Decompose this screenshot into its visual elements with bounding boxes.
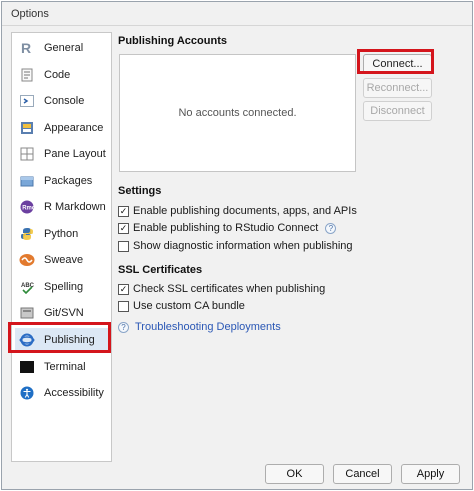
settings-title: Settings xyxy=(118,185,162,197)
sidebar-item-r-markdown[interactable]: Rmd R Markdown xyxy=(15,195,109,219)
options-sidebar: R General Code Console Appearance Pane L… xyxy=(11,32,112,462)
console-icon xyxy=(19,93,35,109)
show-diagnostic-row[interactable]: Show diagnostic information when publish… xyxy=(118,238,353,254)
enable-publishing-checkbox[interactable]: ✓ xyxy=(118,205,129,217)
show-diagnostic-checkbox[interactable] xyxy=(118,240,129,252)
git-icon xyxy=(19,305,35,321)
sidebar-item-label: Python xyxy=(44,228,79,240)
publishing-highlight-box xyxy=(8,322,111,353)
custom-ca-label: Use custom CA bundle xyxy=(133,300,245,312)
apply-button[interactable]: Apply xyxy=(401,464,460,484)
packages-icon xyxy=(19,173,35,189)
sidebar-item-label: Sweave xyxy=(44,254,84,266)
r-logo-icon: R xyxy=(19,40,35,56)
sidebar-item-label: R Markdown xyxy=(44,201,106,213)
custom-ca-row[interactable]: Use custom CA bundle xyxy=(118,298,245,314)
sweave-icon xyxy=(19,252,35,268)
sidebar-item-label: Console xyxy=(44,95,85,107)
custom-ca-checkbox[interactable] xyxy=(118,300,129,312)
ssl-certificates-title: SSL Certificates xyxy=(118,264,203,276)
show-diagnostic-label: Show diagnostic information when publish… xyxy=(133,240,353,252)
troubleshooting-link[interactable]: Troubleshooting Deployments xyxy=(135,321,281,333)
svg-text:R: R xyxy=(21,41,31,55)
sidebar-item-python[interactable]: Python xyxy=(15,222,109,246)
code-icon xyxy=(19,67,35,83)
sidebar-item-packages[interactable]: Packages xyxy=(15,169,109,193)
enable-publishing-label: Enable publishing documents, apps, and A… xyxy=(133,205,357,217)
cancel-button[interactable]: Cancel xyxy=(333,464,392,484)
sidebar-item-console[interactable]: Console xyxy=(15,89,109,113)
svg-text:Rmd: Rmd xyxy=(22,206,34,212)
terminal-icon xyxy=(19,359,35,375)
help-icon[interactable]: ? xyxy=(325,222,337,234)
sidebar-item-appearance[interactable]: Appearance xyxy=(15,116,109,140)
sidebar-item-pane-layout[interactable]: Pane Layout xyxy=(15,142,109,166)
disconnect-button[interactable]: Disconnect xyxy=(363,101,432,121)
check-ssl-row[interactable]: ✓ Check SSL certificates when publishing xyxy=(118,281,325,297)
rmarkdown-icon: Rmd xyxy=(19,199,35,215)
enable-rstudio-connect-row[interactable]: ✓ Enable publishing to RStudio Connect ? xyxy=(118,220,337,236)
sidebar-item-spelling[interactable]: ABC Spelling xyxy=(15,275,109,299)
no-accounts-message: No accounts connected. xyxy=(178,107,297,119)
svg-text:ABC: ABC xyxy=(21,283,34,289)
enable-rstudio-connect-checkbox[interactable]: ✓ xyxy=(118,222,129,234)
sidebar-item-label: Code xyxy=(44,69,71,81)
enable-publishing-row[interactable]: ✓ Enable publishing documents, apps, and… xyxy=(118,203,357,219)
reconnect-button[interactable]: Reconnect... xyxy=(363,78,432,98)
publishing-accounts-title: Publishing Accounts xyxy=(118,35,227,47)
pane-layout-icon xyxy=(19,146,35,162)
ok-button[interactable]: OK xyxy=(265,464,324,484)
python-icon xyxy=(19,226,35,242)
accessibility-icon xyxy=(19,385,35,401)
sidebar-item-label: Terminal xyxy=(44,361,86,373)
publishing-pane: Publishing Accounts No accounts connecte… xyxy=(118,32,468,462)
sidebar-item-general[interactable]: R General xyxy=(15,36,109,60)
sidebar-item-sweave[interactable]: Sweave xyxy=(15,248,109,272)
sidebar-item-code[interactable]: Code xyxy=(15,63,109,87)
sidebar-item-accessibility[interactable]: Accessibility xyxy=(15,381,109,405)
sidebar-item-label: Git/SVN xyxy=(44,307,84,319)
accounts-list[interactable]: No accounts connected. xyxy=(119,54,356,172)
spelling-icon: ABC xyxy=(19,279,35,295)
options-window: Options R General Code Console Appearanc… xyxy=(1,1,473,490)
help-icon: ? xyxy=(118,321,129,333)
troubleshooting-row[interactable]: ? Troubleshooting Deployments xyxy=(118,321,281,333)
check-ssl-checkbox[interactable]: ✓ xyxy=(118,283,129,295)
window-title: Options xyxy=(2,2,472,26)
sidebar-item-label: Pane Layout xyxy=(44,148,106,160)
sidebar-item-label: Packages xyxy=(44,175,93,187)
sidebar-item-terminal[interactable]: Terminal xyxy=(15,355,109,379)
sidebar-item-label: Appearance xyxy=(44,122,104,134)
appearance-icon xyxy=(19,120,35,136)
sidebar-item-label: General xyxy=(44,42,84,54)
sidebar-item-label: Spelling xyxy=(44,281,84,293)
connect-highlight-box xyxy=(357,49,434,74)
enable-rstudio-connect-label: Enable publishing to RStudio Connect xyxy=(133,222,319,234)
sidebar-item-label: Accessibility xyxy=(44,387,104,399)
check-ssl-label: Check SSL certificates when publishing xyxy=(133,283,326,295)
